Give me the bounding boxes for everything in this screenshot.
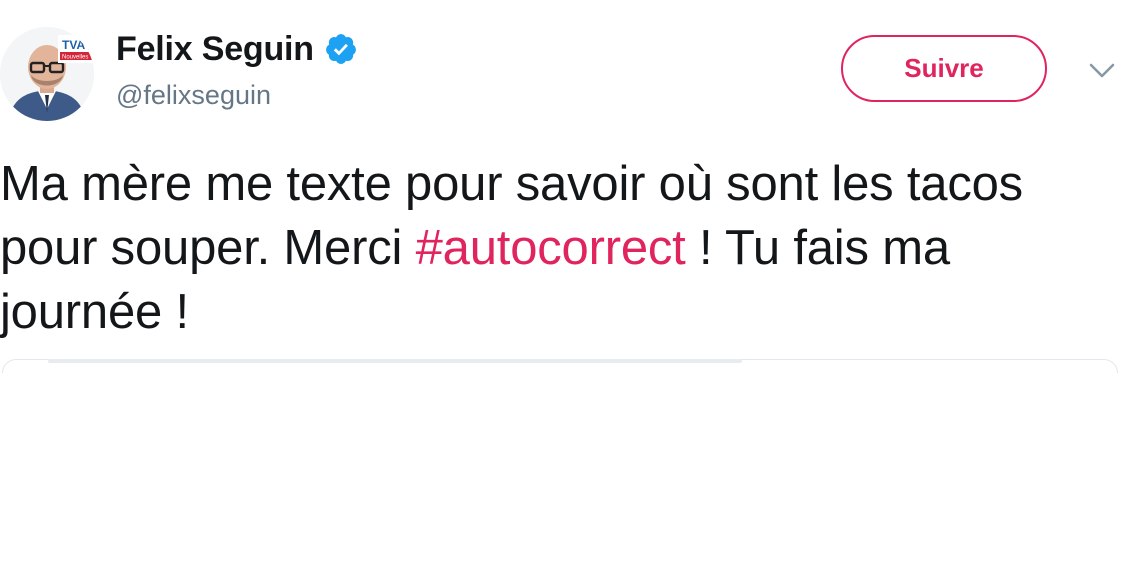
media-card-divider (48, 359, 742, 363)
hashtag-link[interactable]: #autocorrect (416, 221, 686, 275)
verified-badge-icon (324, 32, 358, 66)
avatar-logo-text: TVA (62, 38, 85, 52)
avatar[interactable]: TVA Nouvelles (0, 27, 94, 121)
follow-button[interactable]: Suivre (841, 35, 1047, 102)
tweet: TVA Nouvelles Felix Seguin @felixseguin … (0, 0, 1132, 570)
chevron-down-icon[interactable] (1088, 60, 1116, 80)
avatar-logo-subtext: Nouvelles (62, 55, 88, 61)
name-row: Felix Seguin (116, 29, 358, 69)
display-name[interactable]: Felix Seguin (116, 30, 314, 69)
avatar-image: TVA Nouvelles (0, 27, 94, 121)
tweet-text: Ma mère me texte pour savoir où sont les… (0, 152, 1120, 344)
user-handle[interactable]: @felixseguin (116, 80, 271, 111)
